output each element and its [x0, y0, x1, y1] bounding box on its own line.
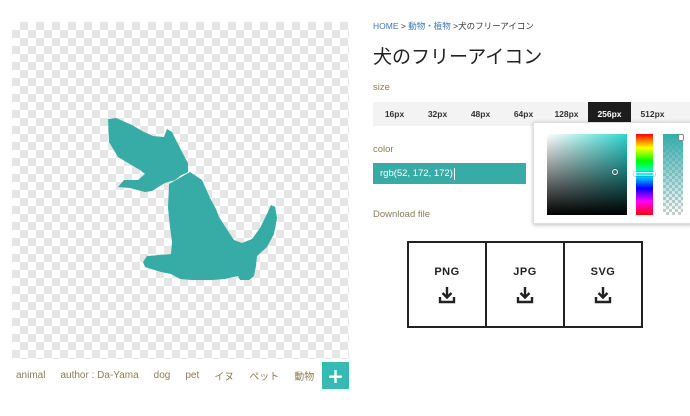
size-option-32[interactable]: 32px: [416, 102, 459, 126]
alpha-handle[interactable]: [678, 134, 684, 141]
download-format-label: JPG: [513, 265, 537, 278]
tag-item[interactable]: ペット: [249, 368, 279, 383]
tag-item[interactable]: 動物: [294, 368, 314, 383]
tag-item[interactable]: pet: [185, 370, 199, 381]
size-option-16[interactable]: 16px: [373, 102, 416, 126]
tag-item[interactable]: dog: [154, 370, 171, 381]
download-icon: [594, 286, 612, 303]
size-option-48[interactable]: 48px: [459, 102, 502, 126]
more-tags-button[interactable]: +: [322, 362, 349, 389]
hue-slider[interactable]: [634, 134, 655, 215]
breadcrumb-home-link[interactable]: HOME: [373, 21, 399, 31]
color-picker-popup: [533, 122, 690, 224]
download-png-button[interactable]: PNG: [409, 243, 487, 326]
download-icon: [438, 286, 456, 303]
breadcrumb-current: 犬のフリーアイコン: [458, 21, 534, 31]
alpha-slider[interactable]: [663, 134, 684, 215]
tag-item[interactable]: animal: [16, 370, 45, 381]
download-format-label: PNG: [434, 265, 460, 278]
saturation-handle[interactable]: [612, 169, 618, 175]
size-label: size: [373, 82, 390, 93]
tag-list: animal author : Da-Yama dog pet イヌ ペット 動…: [12, 362, 354, 389]
text-cursor: [453, 167, 455, 180]
hue-handle[interactable]: [634, 172, 655, 176]
tag-item[interactable]: イヌ: [214, 368, 234, 383]
download-buttons: PNG JPG SVG: [407, 241, 643, 328]
download-jpg-button[interactable]: JPG: [487, 243, 565, 326]
color-input[interactable]: rgb(52, 172, 172): [373, 163, 526, 184]
breadcrumb-separator: >: [400, 21, 406, 31]
color-value: rgb(52, 172, 172): [380, 168, 453, 179]
page-title: 犬のフリーアイコン: [373, 46, 543, 68]
download-label: Download file: [373, 209, 431, 220]
download-icon: [516, 286, 534, 303]
download-svg-button[interactable]: SVG: [565, 243, 641, 326]
tag-item[interactable]: author : Da-Yama: [60, 370, 138, 381]
saturation-value-area[interactable]: [547, 134, 627, 215]
breadcrumb: HOME > 動物・植物 >犬のフリーアイコン: [373, 20, 534, 32]
dog-sitting-icon: [108, 118, 277, 280]
download-format-label: SVG: [590, 265, 616, 278]
icon-preview: [12, 22, 349, 359]
breadcrumb-category-link[interactable]: 動物・植物: [408, 21, 451, 31]
color-label: color: [373, 144, 394, 155]
